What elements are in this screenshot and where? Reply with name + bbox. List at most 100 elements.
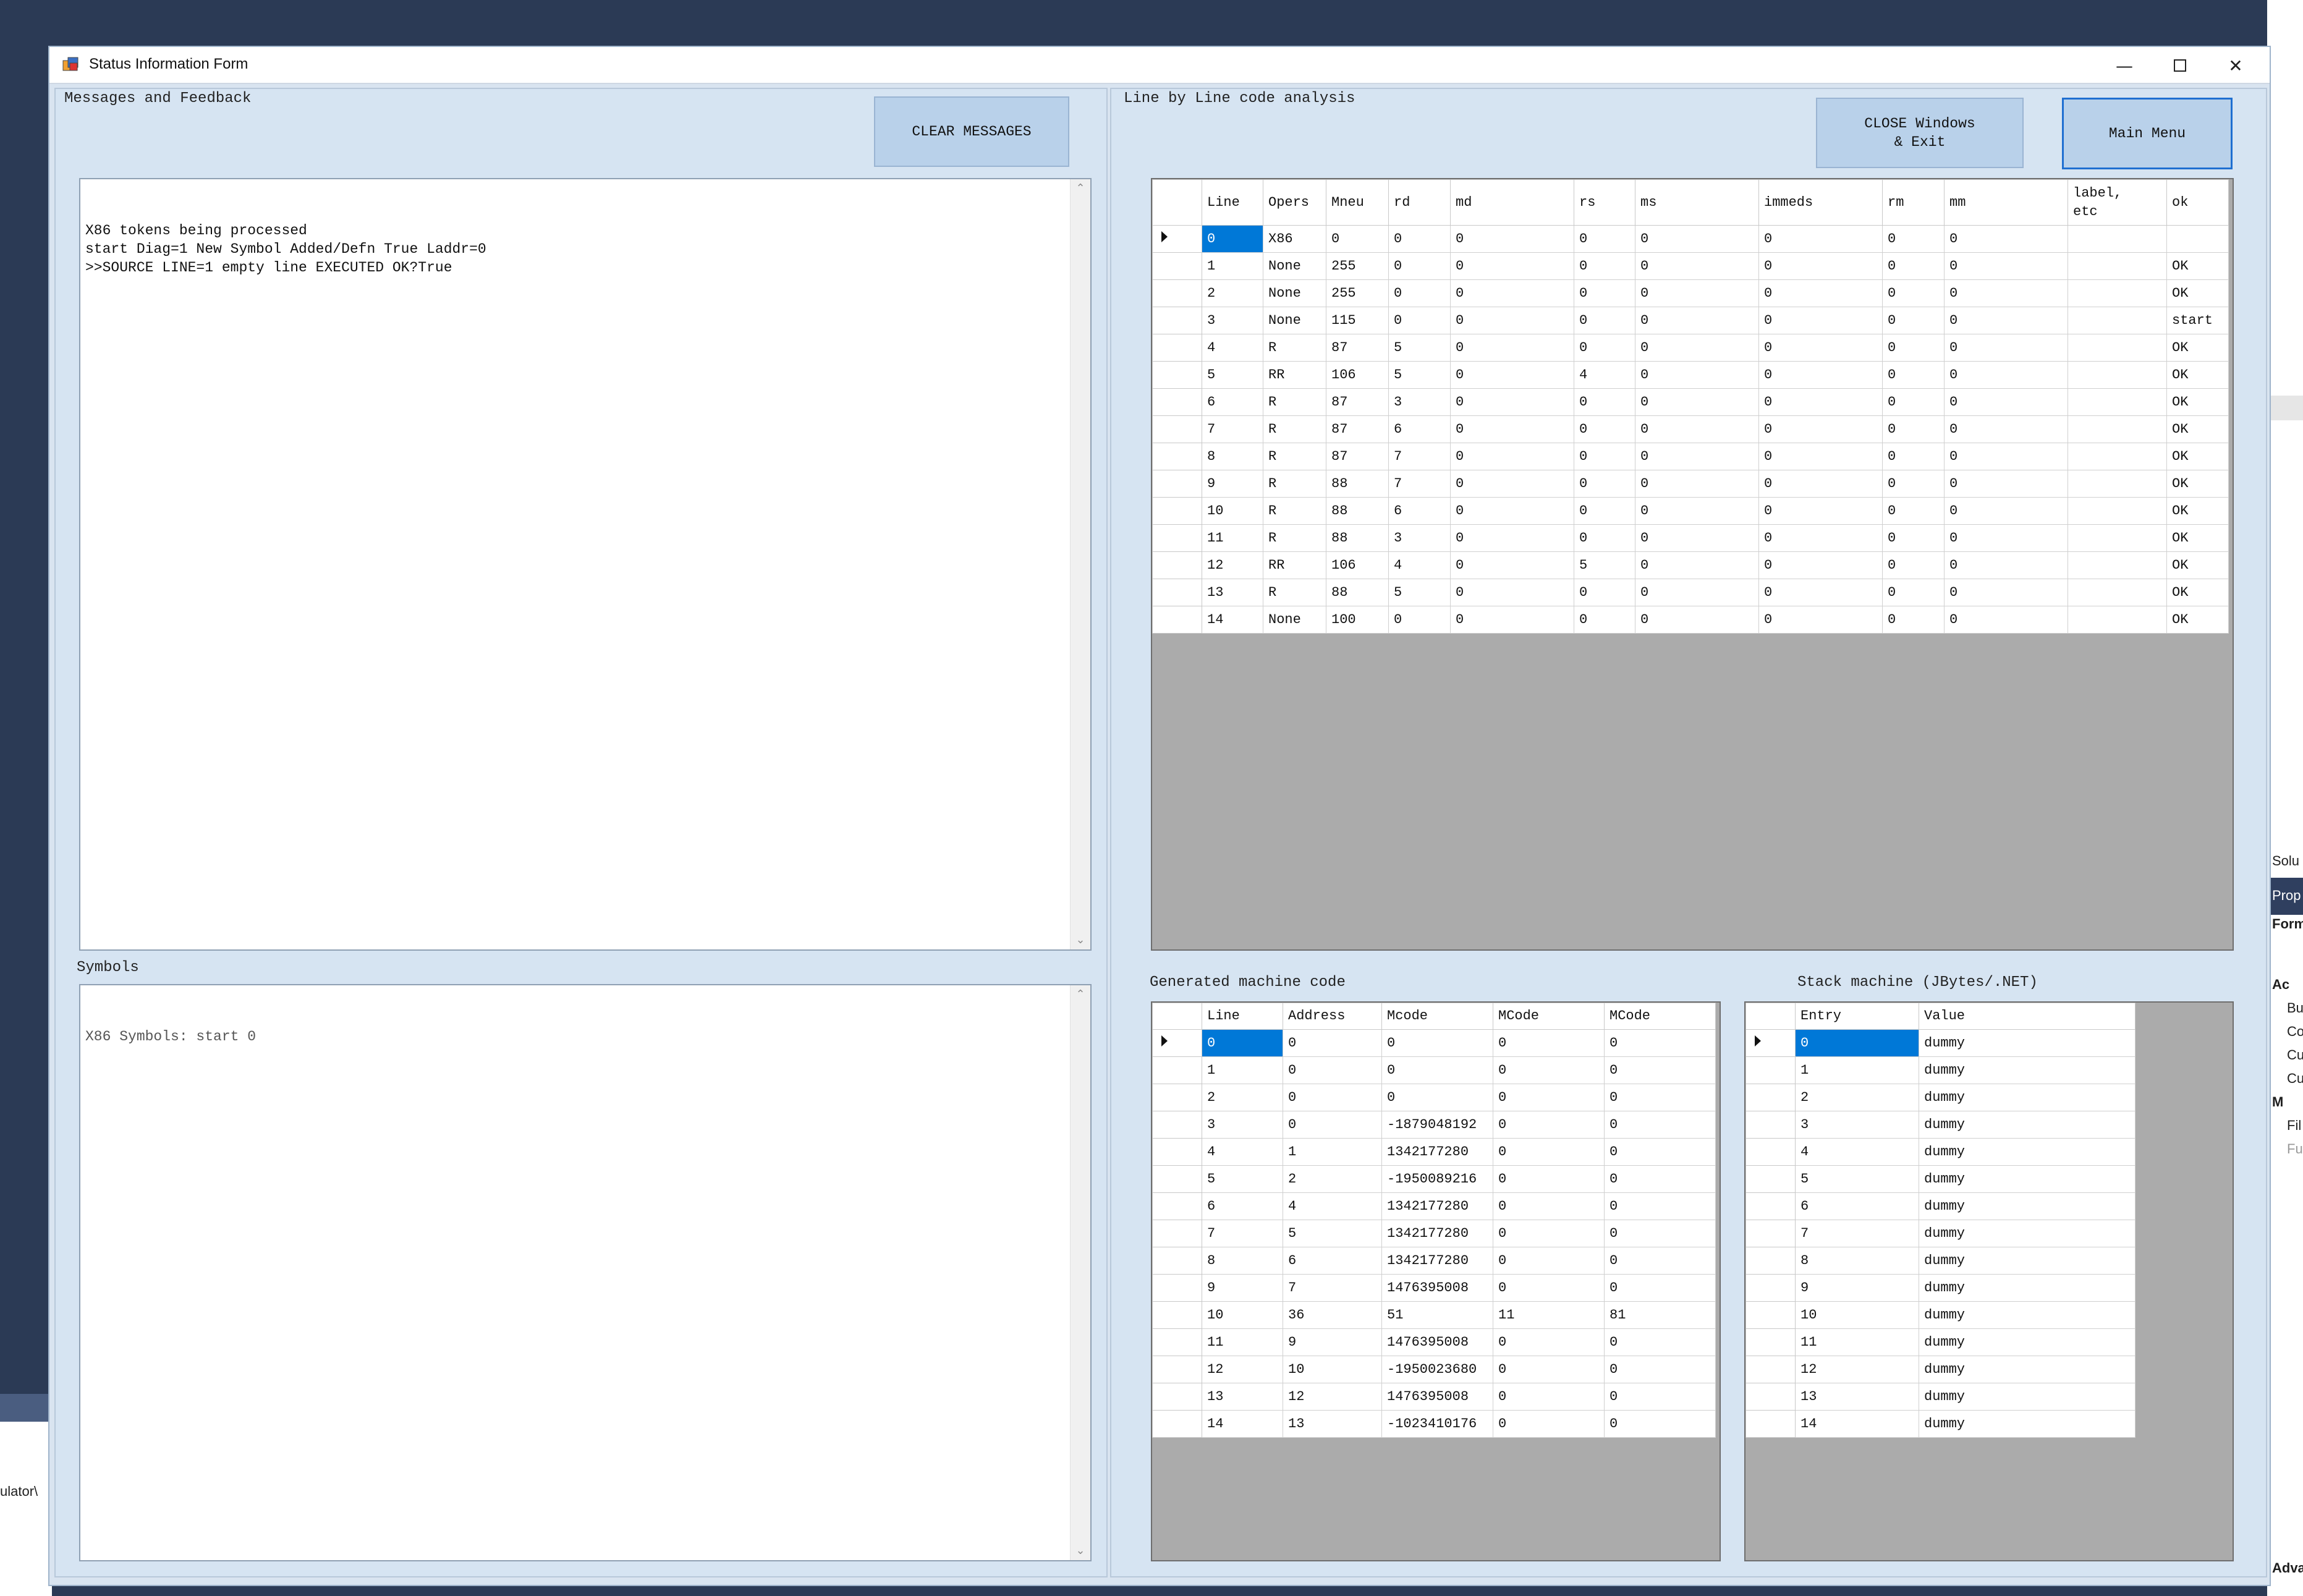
analysis-cell[interactable]: 8 — [1202, 443, 1263, 470]
stack-row[interactable]: 11 dummy — [1745, 1328, 2135, 1356]
stack-row-header[interactable] — [1745, 1383, 1796, 1411]
close-windows-exit-button[interactable]: CLOSE Windows & Exit — [1816, 98, 2024, 168]
analysis-cell[interactable]: None — [1263, 252, 1326, 280]
analysis-cell[interactable]: 0 — [1635, 497, 1759, 525]
machine-code-cell[interactable]: 1342177280 — [1381, 1138, 1493, 1166]
analysis-row-header[interactable] — [1152, 307, 1202, 334]
machine-code-cell[interactable]: -1879048192 — [1381, 1111, 1493, 1139]
analysis-cell[interactable]: 0 — [1635, 579, 1759, 606]
machine-code-cell[interactable]: 1342177280 — [1381, 1247, 1493, 1275]
analysis-cell[interactable]: 87 — [1326, 415, 1389, 443]
analysis-cell[interactable]: 0 — [1944, 551, 2068, 579]
machine-code-cell[interactable]: 13 — [1202, 1383, 1283, 1411]
machine-code-row-header[interactable] — [1152, 1192, 1202, 1220]
machine-code-row[interactable]: 12 10 -1950023680 0 0 — [1152, 1356, 1716, 1383]
analysis-cell[interactable]: 0 — [1944, 225, 2068, 253]
analysis-column-header[interactable]: Opers — [1263, 179, 1326, 226]
machine-code-cell[interactable]: 1342177280 — [1381, 1192, 1493, 1220]
machine-code-cell[interactable]: 9 — [1202, 1274, 1283, 1302]
machine-code-cell[interactable]: 81 — [1604, 1301, 1716, 1329]
machine-code-row-header[interactable] — [1152, 1247, 1202, 1275]
machine-code-row[interactable]: 11 9 1476395008 0 0 — [1152, 1328, 1716, 1356]
machine-code-row[interactable]: 3 0 -1879048192 0 0 — [1152, 1111, 1716, 1139]
analysis-row[interactable]: 11 R 88 3 0 0 0 0 0 0 OK — [1152, 524, 2229, 552]
analysis-cell[interactable] — [2068, 579, 2167, 606]
analysis-cell[interactable]: 0 — [1574, 579, 1635, 606]
stack-row-header[interactable] — [1745, 1220, 1796, 1247]
stack-cell[interactable]: dummy — [1919, 1274, 2135, 1302]
analysis-cell[interactable]: 0 — [1574, 415, 1635, 443]
analysis-cell[interactable]: 0 — [1758, 225, 1883, 253]
machine-code-cell[interactable]: 0 — [1604, 1274, 1716, 1302]
analysis-cell[interactable]: OK — [2166, 388, 2229, 416]
analysis-cell[interactable]: OK — [2166, 361, 2229, 389]
analysis-cell[interactable]: X86 — [1263, 225, 1326, 253]
machine-code-column-header[interactable]: Line — [1202, 1003, 1283, 1030]
analysis-cell[interactable]: R — [1263, 524, 1326, 552]
analysis-cell[interactable]: 2 — [1202, 279, 1263, 307]
stack-cell[interactable]: 11 — [1795, 1328, 1919, 1356]
machine-code-row[interactable]: 6 4 1342177280 0 0 — [1152, 1192, 1716, 1220]
stack-column-header[interactable]: Value — [1919, 1003, 2135, 1030]
analysis-cell[interactable]: 0 — [1388, 252, 1451, 280]
analysis-cell[interactable]: 0 — [1635, 443, 1759, 470]
machine-code-row-header[interactable] — [1152, 1029, 1202, 1057]
machine-code-row[interactable]: 20000 — [1152, 1084, 1716, 1111]
stack-cell[interactable]: 5 — [1795, 1165, 1919, 1193]
analysis-cell[interactable]: 3 — [1388, 388, 1451, 416]
analysis-cell[interactable]: 0 — [1635, 307, 1759, 334]
symbols-scrollbar[interactable]: ⌃ ⌄ — [1070, 985, 1090, 1560]
stack-row-header[interactable] — [1745, 1138, 1796, 1166]
analysis-cell[interactable] — [2068, 307, 2167, 334]
analysis-cell[interactable]: 0 — [1758, 415, 1883, 443]
machine-code-row[interactable]: 7 5 1342177280 0 0 — [1152, 1220, 1716, 1247]
stack-cell[interactable]: dummy — [1919, 1410, 2135, 1438]
main-menu-button[interactable]: Main Menu — [2062, 98, 2233, 169]
messages-textbox[interactable]: X86 tokens being processed start Diag=1 … — [79, 178, 1092, 951]
machine-code-cell[interactable]: 51 — [1381, 1301, 1493, 1329]
analysis-column-header[interactable]: rm — [1882, 179, 1945, 226]
stack-row[interactable]: 12 dummy — [1745, 1356, 2135, 1383]
machine-code-cell[interactable]: 0 — [1604, 1138, 1716, 1166]
analysis-cell[interactable]: 6 — [1388, 415, 1451, 443]
analysis-cell[interactable]: 0 — [1882, 415, 1945, 443]
machine-code-cell[interactable]: 0 — [1604, 1328, 1716, 1356]
analysis-cell[interactable]: 0 — [1450, 497, 1574, 525]
machine-code-cell[interactable]: 0 — [1493, 1192, 1605, 1220]
analysis-cell[interactable]: 0 — [1635, 524, 1759, 552]
machine-code-row-header[interactable] — [1152, 1084, 1202, 1111]
stack-cell[interactable]: 8 — [1795, 1247, 1919, 1275]
analysis-cell[interactable]: 0 — [1450, 524, 1574, 552]
machine-code-cell[interactable]: 7 — [1283, 1274, 1382, 1302]
analysis-cell[interactable]: 0 — [1758, 334, 1883, 362]
analysis-cell[interactable]: 0 — [1944, 524, 2068, 552]
analysis-cell[interactable]: 4 — [1202, 334, 1263, 362]
analysis-cell[interactable]: 0 — [1758, 497, 1883, 525]
analysis-column-header[interactable]: rd — [1388, 179, 1451, 226]
analysis-cell[interactable]: 0 — [1574, 497, 1635, 525]
machine-code-row-header[interactable] — [1152, 1328, 1202, 1356]
machine-code-row-header[interactable] — [1152, 1383, 1202, 1411]
analysis-cell[interactable]: 0 — [1944, 361, 2068, 389]
machine-code-cell[interactable]: 6 — [1283, 1247, 1382, 1275]
analysis-cell[interactable]: 0 — [1450, 443, 1574, 470]
machine-code-cell[interactable]: 1 — [1283, 1138, 1382, 1166]
machine-code-cell[interactable]: -1950089216 — [1381, 1165, 1493, 1193]
machine-code-cell[interactable]: 1476395008 — [1381, 1274, 1493, 1302]
stack-cell[interactable]: 2 — [1795, 1084, 1919, 1111]
analysis-cell[interactable] — [2068, 497, 2167, 525]
analysis-cell[interactable]: 0 — [1758, 279, 1883, 307]
analysis-cell[interactable] — [2166, 225, 2229, 253]
stack-cell[interactable]: dummy — [1919, 1111, 2135, 1139]
analysis-column-header[interactable]: rs — [1574, 179, 1635, 226]
analysis-cell[interactable]: 0 — [1758, 551, 1883, 579]
stack-cell[interactable]: 6 — [1795, 1192, 1919, 1220]
messages-scrollbar[interactable]: ⌃ ⌄ — [1070, 179, 1090, 949]
stack-cell[interactable]: dummy — [1919, 1165, 2135, 1193]
analysis-cell[interactable]: 0 — [1635, 334, 1759, 362]
analysis-cell[interactable]: 5 — [1202, 361, 1263, 389]
stack-cell[interactable]: 13 — [1795, 1383, 1919, 1411]
analysis-cell[interactable]: 1 — [1202, 252, 1263, 280]
analysis-cell[interactable]: start — [2166, 307, 2229, 334]
analysis-cell[interactable]: OK — [2166, 497, 2229, 525]
